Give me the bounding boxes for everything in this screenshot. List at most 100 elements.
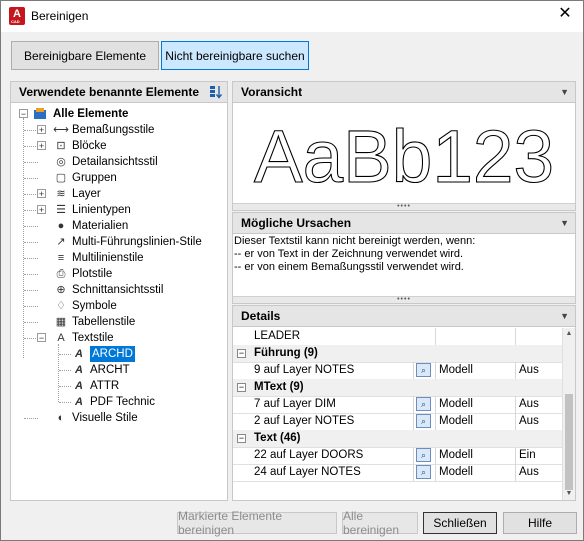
scroll-thumb[interactable]: [565, 394, 573, 490]
purge-marked-button[interactable]: Markierte Elemente bereinigen: [177, 509, 337, 537]
tree-line: [24, 418, 38, 419]
table-row[interactable]: 22 auf Layer DOORS ⌕ Modell Ein: [233, 447, 563, 465]
details-title: Details: [241, 309, 281, 323]
collapse-preview-icon[interactable]: ▼: [560, 82, 569, 103]
multileader-icon: ↗: [56, 236, 66, 248]
tree-item[interactable]: ● Materialien: [11, 218, 227, 234]
textstyle-item[interactable]: A ATTR: [11, 378, 227, 394]
object-name-cell: 22 auf Layer DOORS: [254, 449, 364, 461]
named-items-tree: − Alle Elemente + ⟷ Bemaßungsstile + ⊡ Blöcke ◎ D…: [11, 104, 227, 500]
table-row[interactable]: 9 auf Layer NOTES ⌕ Modell Aus: [233, 362, 563, 380]
tree-line: [24, 210, 38, 211]
tree-item[interactable]: ↗ Multi-Führungslinien-Stile: [11, 234, 227, 250]
zoom-to-object-icon[interactable]: ⌕: [416, 414, 431, 428]
tree-item-label: Bemaßungsstile: [72, 124, 155, 136]
scroll-down-icon[interactable]: ▼: [563, 488, 575, 500]
section-view-icon: ⊕: [56, 284, 66, 296]
preview-title: Voransicht: [241, 85, 303, 99]
text-style-icon: A: [75, 348, 83, 360]
object-name-cell: 9 auf Layer NOTES: [254, 364, 355, 376]
tree-item[interactable]: ▦ Tabellenstile: [11, 314, 227, 330]
tree-item-label: Visuelle Stile: [72, 412, 138, 424]
purge-all-button[interactable]: Alle bereinigen: [342, 509, 418, 537]
expand-icon[interactable]: +: [37, 141, 46, 151]
expand-icon[interactable]: +: [37, 189, 46, 199]
tree-line: [24, 130, 38, 131]
space-cell: [435, 328, 515, 345]
tree-root[interactable]: − Alle Elemente: [11, 106, 227, 122]
tree-item[interactable]: ≡ Multilinienstile: [11, 250, 227, 266]
collapse-icon[interactable]: −: [19, 109, 28, 119]
table-row[interactable]: 2 auf Layer NOTES ⌕ Modell Aus: [233, 413, 563, 431]
textstyle-item[interactable]: A PDF Technic: [11, 394, 227, 410]
collapse-icon[interactable]: −: [237, 383, 246, 392]
table-row[interactable]: 7 auf Layer DIM ⌕ Modell Aus: [233, 396, 563, 414]
details-table: LEADER − Führung (9) 9 auf Layer NOTES ⌕ Mode…: [233, 328, 563, 500]
tree-item[interactable]: ♢ Symbole: [11, 298, 227, 314]
help-button[interactable]: Hilfe: [503, 512, 577, 534]
tree-item[interactable]: ◐ Visuelle Stile: [11, 410, 227, 426]
tree-item[interactable]: + ≋ Layer: [11, 186, 227, 202]
textstyle-item[interactable]: A ARCHD: [11, 346, 227, 362]
tree-line: [24, 146, 38, 147]
preview-resize-handle[interactable]: ••••: [233, 203, 575, 210]
tree-item-label: Symbole: [72, 300, 117, 312]
table-group-row[interactable]: − Führung (9): [233, 345, 563, 363]
table-row[interactable]: LEADER: [233, 328, 563, 346]
scroll-up-icon[interactable]: ▲: [563, 328, 575, 340]
textstyle-item[interactable]: A ARCHT: [11, 362, 227, 378]
expand-icon[interactable]: +: [37, 205, 46, 215]
object-name-cell: LEADER: [254, 330, 301, 342]
expand-icon[interactable]: +: [37, 125, 46, 135]
zoom-to-object-icon[interactable]: ⌕: [416, 397, 431, 411]
table-style-icon: ▦: [55, 316, 67, 328]
tab-purgeable-items[interactable]: Bereinigbare Elemente: [11, 41, 159, 70]
tree-item-label: Gruppen: [72, 172, 117, 184]
table-group-row[interactable]: − Text (46): [233, 430, 563, 448]
tab-find-non-purgeable[interactable]: Nicht bereinigbare suchen: [161, 41, 309, 70]
tree-item[interactable]: + ☰ Linientypen: [11, 202, 227, 218]
collapse-icon[interactable]: −: [237, 434, 246, 443]
reasons-resize-handle[interactable]: ••••: [233, 296, 575, 303]
collapse-details-icon[interactable]: ▼: [560, 306, 569, 327]
layer-icon: ≋: [56, 188, 66, 200]
linetype-icon: ☰: [56, 204, 66, 216]
tree-item[interactable]: ▢ Gruppen: [11, 170, 227, 186]
sort-icon[interactable]: [209, 85, 223, 99]
table-row[interactable]: 24 auf Layer NOTES ⌕ Modell Aus: [233, 464, 563, 482]
tree-line: [59, 386, 71, 387]
reasons-title: Mögliche Ursachen: [241, 216, 352, 230]
tree-item[interactable]: + ⊡ Blöcke: [11, 138, 227, 154]
group-label: MText (9): [254, 381, 304, 393]
group-icon: ▢: [55, 172, 67, 184]
tree-item[interactable]: ◎ Detailansichtsstil: [11, 154, 227, 170]
preview-sample-text: AaBb123: [254, 115, 554, 194]
tree-line: [24, 322, 38, 323]
zoom-to-object-icon[interactable]: ⌕: [416, 448, 431, 462]
table-group-row[interactable]: − MText (9): [233, 379, 563, 397]
reasons-panel: Mögliche Ursachen ▼ Dieser Textstil kann…: [232, 212, 576, 304]
purge-dialog: A CAD Bereinigen ✕ Bereinigbare Elemente …: [0, 0, 584, 541]
collapse-reasons-icon[interactable]: ▼: [560, 213, 569, 234]
tree-item-label: Schnittansichtsstil: [72, 284, 164, 296]
collapse-icon[interactable]: −: [237, 349, 246, 358]
tree-item[interactable]: ⎙ Plotstile: [11, 266, 227, 282]
tree-item[interactable]: + ⟷ Bemaßungsstile: [11, 122, 227, 138]
state-cell: Ein: [515, 447, 563, 464]
visual-style-icon: ◐: [57, 412, 65, 424]
zoom-to-object-icon[interactable]: ⌕: [416, 363, 431, 377]
material-icon: ●: [57, 220, 65, 232]
tree-item-label: Materialien: [72, 220, 129, 232]
close-icon[interactable]: ✕: [557, 6, 573, 22]
tree-item[interactable]: ⊕ Schnittansichtsstil: [11, 282, 227, 298]
preview-panel: Voransicht ▼ AaBb123 ••••: [232, 81, 576, 211]
reason-line: Dieser Textstil kann nicht bereinigt wer…: [234, 235, 476, 247]
close-button[interactable]: Schließen: [423, 512, 497, 534]
zoom-to-object-icon[interactable]: ⌕: [416, 465, 431, 479]
tree-line: [24, 194, 38, 195]
details-panel: Details ▼ LEADER − Führung (9) 9 auf Layer …: [232, 305, 576, 501]
collapse-icon[interactable]: −: [37, 333, 46, 343]
tree-item[interactable]: − A Textstile: [11, 330, 227, 346]
details-scrollbar[interactable]: ▲ ▼: [562, 328, 575, 500]
plotstyle-icon: ⎙: [56, 268, 66, 280]
